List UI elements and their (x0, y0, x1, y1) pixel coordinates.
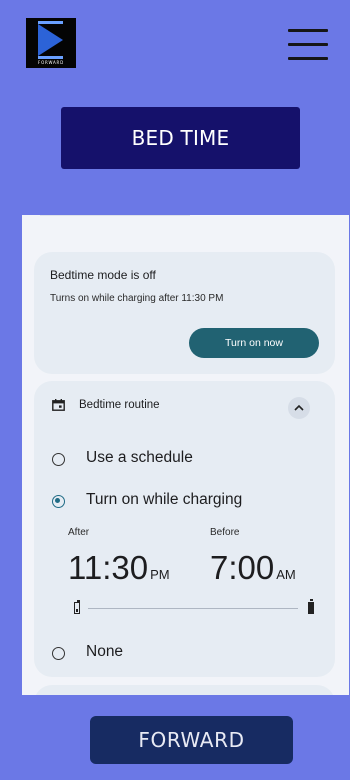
after-time-ampm: PM (150, 567, 170, 582)
logo-bar-bottom (38, 56, 63, 59)
option-label: Use a schedule (86, 449, 193, 466)
divider (40, 215, 190, 216)
calendar-icon (52, 399, 65, 411)
status-title: Bedtime mode is off (50, 268, 156, 282)
next-card-edge (34, 685, 335, 695)
after-label: After (68, 527, 90, 538)
forward-logo: FORWARD (26, 18, 76, 68)
battery-full-icon (308, 599, 314, 614)
radio-button[interactable] (52, 453, 65, 466)
after-time[interactable]: 11:30 PM (68, 549, 170, 587)
forward-button[interactable]: FORWARD (90, 716, 293, 764)
status-subtitle: Turns on while charging after 11:30 PM (50, 293, 224, 304)
bedtime-settings-panel: Bedtime mode is off Turns on while charg… (22, 215, 349, 695)
routine-header[interactable]: Bedtime routine (34, 381, 335, 431)
radio-button[interactable] (52, 647, 65, 660)
battery-low-icon (74, 600, 80, 614)
turn-on-now-button[interactable]: Turn on now (189, 328, 319, 358)
chevron-up-icon[interactable] (288, 397, 310, 419)
before-time[interactable]: 7:00 AM (210, 549, 296, 587)
before-time-value: 7:00 (210, 549, 275, 586)
bed-time-button[interactable]: BED TIME (61, 107, 300, 169)
bedtime-routine-card: Bedtime routine Use a schedule Turn on w… (34, 381, 335, 677)
option-label: Turn on while charging (86, 491, 243, 508)
before-label: Before (210, 527, 240, 538)
routine-label: Bedtime routine (79, 399, 160, 411)
radio-button-selected[interactable] (52, 495, 65, 508)
after-time-value: 11:30 (68, 549, 149, 586)
bedtime-status-card: Bedtime mode is off Turns on while charg… (34, 252, 335, 374)
logo-text: FORWARD (38, 60, 64, 65)
slider-track[interactable] (88, 608, 298, 609)
hamburger-menu-icon[interactable] (288, 26, 328, 60)
logo-play-icon (38, 24, 63, 56)
before-time-ampm: AM (276, 567, 296, 582)
charging-slider[interactable] (74, 599, 314, 617)
option-label: None (86, 643, 124, 660)
